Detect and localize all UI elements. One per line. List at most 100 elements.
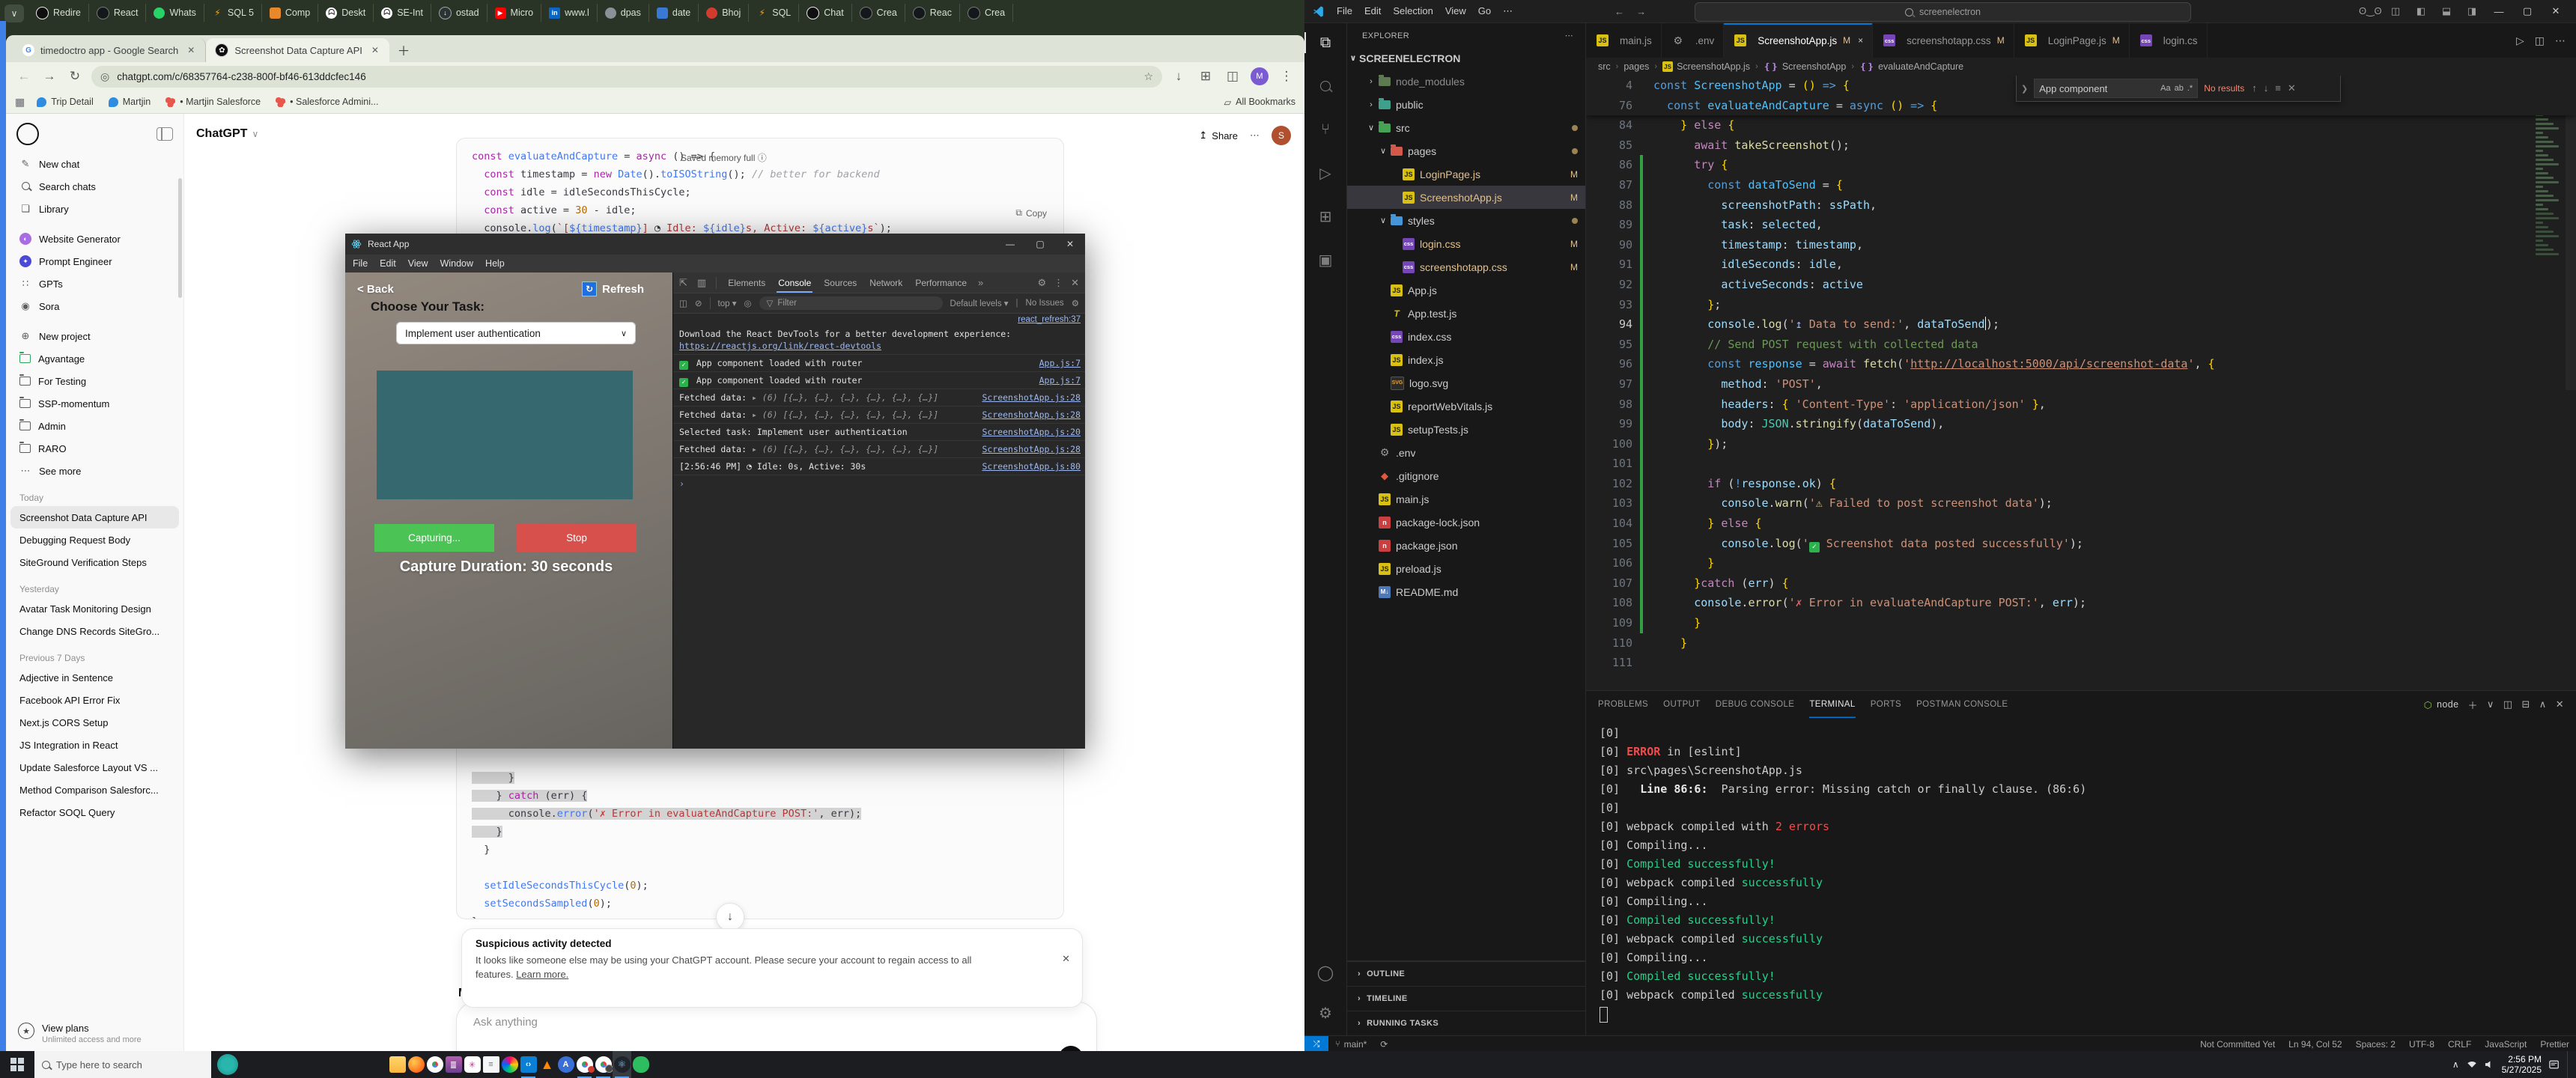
new-terminal-icon[interactable]: ＋ xyxy=(2467,698,2477,712)
sidebar-chat-item[interactable]: Adjective in Sentence xyxy=(10,666,179,689)
taskbar-app-file-explorer[interactable] xyxy=(388,1051,407,1078)
cortana-icon[interactable] xyxy=(217,1054,238,1075)
pinned-tab[interactable]: ᗣ Deskt xyxy=(318,4,374,22)
sidebar-item-newchat[interactable]: ✎ New chat xyxy=(10,153,179,175)
sidebar-chat-item[interactable]: Refactor SOQL Query xyxy=(10,801,179,823)
scroll-to-bottom-button[interactable]: ↓ xyxy=(716,903,744,931)
taskbar-app-vscode[interactable]: ‹› xyxy=(519,1051,538,1078)
back-icon[interactable]: ← xyxy=(15,69,33,84)
panel-tab-postman-console[interactable]: POSTMAN CONSOLE xyxy=(1916,691,2008,718)
copilot-icon[interactable]: ʘ‿ʘ xyxy=(2359,5,2382,17)
voice-mode-button[interactable] xyxy=(1059,1046,1083,1051)
all-bookmarks[interactable]: ▱ All Bookmarks xyxy=(1224,97,1295,108)
user-avatar[interactable]: S xyxy=(1272,126,1291,145)
sync-icon[interactable]: ⟳ xyxy=(1373,1039,1394,1050)
menu-selection[interactable]: Selection xyxy=(1393,5,1433,17)
pinned-tab[interactable]: ⚡ SQL 5 xyxy=(204,4,262,22)
tree-row[interactable]: css index.css xyxy=(1347,325,1585,348)
menu-file[interactable]: File xyxy=(353,258,368,269)
sidebar-see-more[interactable]: ⋯ See more xyxy=(10,460,179,482)
side-panel-icon[interactable]: ◫ xyxy=(1224,69,1242,84)
console-prompt[interactable]: › xyxy=(673,475,1085,492)
menu-view[interactable]: View xyxy=(1445,5,1466,17)
search-icon[interactable] xyxy=(1313,74,1337,98)
sidebar-project-folder[interactable]: SSP-momentum xyxy=(10,392,179,415)
pinned-tab[interactable]: Whats xyxy=(146,4,204,22)
find-toggle-Aa[interactable]: Aa xyxy=(2160,84,2170,93)
eye-icon[interactable]: ◎ xyxy=(744,298,751,308)
browser-tab[interactable]: ✿ Screenshot Data Capture API ✕ xyxy=(206,38,389,62)
sidebar-scrollbar[interactable] xyxy=(178,178,182,298)
run-button[interactable]: ▷ xyxy=(2516,34,2524,47)
console-row[interactable]: Fetched data: ▸ (6) [{…}, {…}, {…}, {…},… xyxy=(673,441,1085,458)
sidebar-item-search[interactable]: Search chats xyxy=(10,175,179,198)
inspect-icon[interactable]: ⇱ xyxy=(679,277,687,289)
code-editor[interactable]: 4 const ScreenshotApp = () => {76 const e… xyxy=(1586,76,2576,690)
sidebar-chat-item[interactable]: Screenshot Data Capture API xyxy=(10,506,179,529)
pinned-tab[interactable]: Bhoj xyxy=(699,4,750,22)
breadcrumb[interactable]: src › pages › JS ScreenshotApp.js › ❴❵ Screensho… xyxy=(1586,58,2576,76)
tree-row[interactable]: ∨ pages xyxy=(1347,139,1585,162)
pinned-tab[interactable]: Crea xyxy=(852,4,905,22)
share-button[interactable]: ↥ Share xyxy=(1199,130,1238,141)
model-switcher[interactable]: ChatGPT ∨ xyxy=(196,127,258,141)
pinned-tab[interactable]: ↓ ostad xyxy=(431,4,487,22)
editor-tab[interactable]: JS main.js xyxy=(1586,23,1662,58)
devtools-tab-sources[interactable]: Sources xyxy=(822,272,858,293)
tree-row[interactable]: ∨ src xyxy=(1347,116,1585,139)
git-branch[interactable]: ⑂ main* xyxy=(1328,1039,1373,1050)
sidebar-chat-item[interactable]: Avatar Task Monitoring Design xyxy=(10,597,179,620)
split-editor-icon[interactable]: ◫ xyxy=(2535,34,2545,47)
tree-row[interactable]: css login.css M xyxy=(1347,232,1585,255)
taskbar-app-vlc[interactable]: ▲ xyxy=(538,1051,556,1078)
apps-grid-icon[interactable]: ▦ xyxy=(15,96,25,109)
customize-layout-icon[interactable]: ◫ xyxy=(2384,5,2407,17)
run-debug-icon[interactable]: ▷ xyxy=(1313,161,1337,185)
console-row[interactable]: [2:56:46 PM] ◔ Idle: 0s, Active: 30s Scre… xyxy=(673,458,1085,475)
bookmark-item[interactable]: • Salesforce Admini... xyxy=(270,97,384,107)
sidebar-chat-item[interactable]: Facebook API Error Fix xyxy=(10,689,179,711)
tree-row[interactable]: JS reportWebVitals.js xyxy=(1347,395,1585,418)
clock[interactable]: 2:56 PM 5/27/2025 xyxy=(2502,1054,2542,1075)
maximize-button[interactable]: ▢ xyxy=(1025,234,1055,255)
taskbar-search[interactable]: Type here to search xyxy=(34,1051,211,1078)
capturing-button[interactable]: Capturing... xyxy=(374,524,494,552)
console-source-link[interactable]: App.js:7 xyxy=(1039,374,1081,386)
device-toolbar-icon[interactable]: ▥ xyxy=(697,277,706,289)
tree-row[interactable]: n package.json xyxy=(1347,534,1585,557)
tree-row[interactable]: JS setupTests.js xyxy=(1347,418,1585,441)
toggle-panel-icon[interactable]: ⬓ xyxy=(2435,5,2458,17)
new-tab-button[interactable]: ＋ xyxy=(394,40,413,59)
editor-tab[interactable]: css login.cs xyxy=(2130,23,2208,58)
devtools-close-icon[interactable]: ✕ xyxy=(1071,277,1079,289)
toggle-sidebar-icon[interactable]: ◧ xyxy=(2410,5,2432,17)
close-button[interactable]: ✕ xyxy=(2543,5,2569,17)
tab-close-icon[interactable]: ✕ xyxy=(368,43,382,57)
vertical-tabs-chevron-icon[interactable]: ∨ xyxy=(4,4,24,22)
minimap[interactable] xyxy=(2531,76,2566,690)
site-info-icon[interactable]: ◎ xyxy=(100,70,109,83)
console-row[interactable]: Download the React DevTools for a better… xyxy=(673,326,1085,355)
taskbar-app-firefox[interactable] xyxy=(407,1051,425,1078)
url-text[interactable]: chatgpt.com/c/68357764-c238-800f-bf46-61… xyxy=(117,71,1136,82)
taskbar-app-paint[interactable] xyxy=(500,1051,519,1078)
nav-back-icon[interactable]: ← xyxy=(1614,6,1624,17)
pinned-tab[interactable]: Crea xyxy=(960,4,1014,22)
notification-center-icon[interactable] xyxy=(2549,1060,2560,1070)
pinned-tab[interactable]: date xyxy=(649,4,699,22)
volume-icon[interactable] xyxy=(2485,1060,2494,1069)
tray-expand-icon[interactable]: ∧ xyxy=(2452,1059,2459,1070)
devtools-tab-console[interactable]: Console xyxy=(777,272,812,293)
tree-row[interactable]: ∨ styles xyxy=(1347,209,1585,232)
downloads-icon[interactable]: ↓ xyxy=(1170,69,1188,84)
sidebar-chat-item[interactable]: Next.js CORS Setup xyxy=(10,711,179,734)
tree-row[interactable]: JS App.js xyxy=(1347,278,1585,302)
console-filter-input[interactable]: ▽ Filter xyxy=(759,296,943,310)
menu-window[interactable]: Window xyxy=(440,258,473,269)
sidebar-item-new-project[interactable]: ⊕ New project xyxy=(10,325,179,347)
tree-row[interactable]: M↓ README.md xyxy=(1347,580,1585,603)
tree-row[interactable]: T App.test.js xyxy=(1347,302,1585,325)
bookmark-item[interactable]: Trip Detail xyxy=(31,97,100,107)
tab-close-icon[interactable]: ✕ xyxy=(184,43,198,57)
find-toggle-[interactable]: .* xyxy=(2187,84,2193,93)
